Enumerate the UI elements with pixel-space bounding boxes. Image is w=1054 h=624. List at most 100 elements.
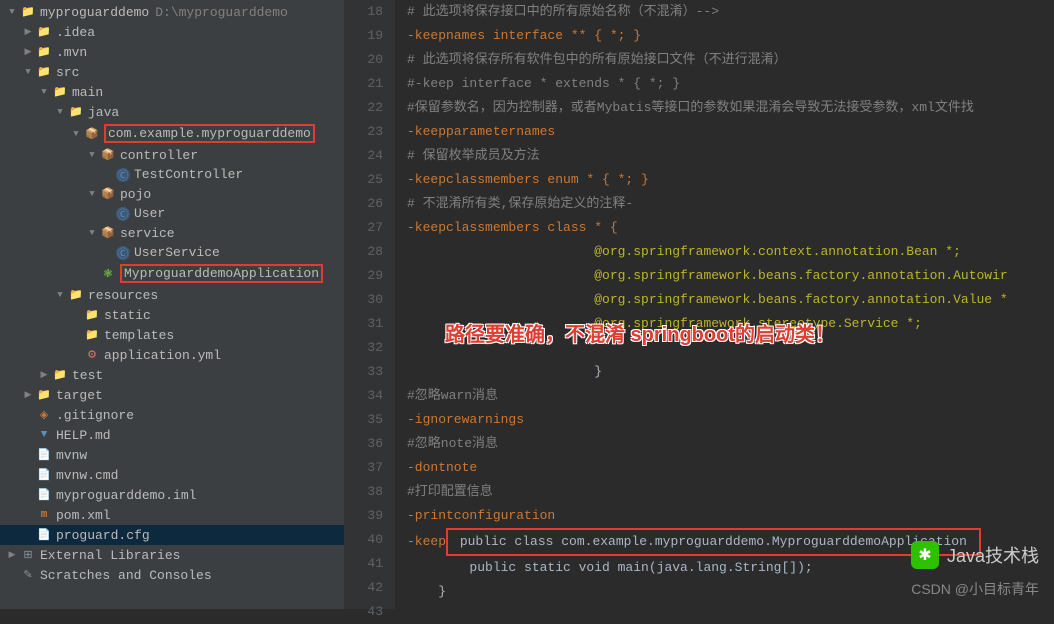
file-icon: 📄: [36, 527, 52, 543]
tree-item--gitignore[interactable]: ◈.gitignore: [0, 405, 344, 425]
code-line[interactable]: #忽略warn消息: [407, 384, 1054, 408]
tree-label: proguard.cfg: [56, 528, 150, 543]
tree-item-service[interactable]: ▼📦service: [0, 223, 344, 243]
tree-item-src[interactable]: ▼📁src: [0, 62, 344, 82]
code-line[interactable]: # 此选项将保存接口中的所有原始名称（不混淆）-->: [407, 0, 1054, 24]
code-line[interactable]: -printconfiguration: [407, 504, 1054, 528]
chevron-down-icon[interactable]: ▼: [86, 227, 98, 239]
tree-label: target: [56, 388, 103, 403]
chevron-right-icon[interactable]: ▶: [22, 26, 34, 38]
folder-icon: 📁: [84, 307, 100, 323]
tree-item-mvnw-cmd[interactable]: 📄mvnw.cmd: [0, 465, 344, 485]
tree-label: templates: [104, 328, 174, 343]
tree-item-scratches-and-consoles[interactable]: ✎Scratches and Consoles: [0, 565, 344, 585]
code-line[interactable]: -keepclassmembers enum * { *; }: [407, 168, 1054, 192]
tree-item-java[interactable]: ▼📁 java: [0, 102, 344, 122]
chevron-down-icon[interactable]: ▼: [54, 106, 66, 118]
code-line[interactable]: @org.springframework.beans.factory.annot…: [407, 264, 1054, 288]
tree-item-myproguarddemo-iml[interactable]: 📄myproguarddemo.iml: [0, 485, 344, 505]
spring-icon: ❃: [100, 266, 116, 282]
project-icon: 📁: [20, 4, 36, 20]
code-line[interactable]: # 此选项将保存所有软件包中的所有原始接口文件（不进行混淆）: [407, 48, 1054, 72]
tree-item-external-libraries[interactable]: ▶⊞External Libraries: [0, 545, 344, 565]
code-line[interactable]: # 保留枚举成员及方法: [407, 144, 1054, 168]
tree-item-myproguarddemo[interactable]: ▼📁myproguarddemoD:\myproguarddemo: [0, 2, 344, 22]
code-line[interactable]: #保留参数名，因为控制器，或者Mybatis等接口的参数如果混淆会导致无法接受参…: [407, 96, 1054, 120]
code-editor[interactable]: 1819202122232425262728293031323334353637…: [345, 0, 1054, 609]
tree-label: controller: [120, 148, 198, 163]
code-line[interactable]: -keepclassmembers class * {: [407, 216, 1054, 240]
code-line[interactable]: @org.springframework.context.annotation.…: [407, 240, 1054, 264]
tree-label: MyproguarddemoApplication: [120, 264, 323, 283]
chevron-right-icon[interactable]: ▶: [38, 369, 50, 381]
line-number: 20: [345, 48, 383, 72]
tree-item--mvn[interactable]: ▶📁.mvn: [0, 42, 344, 62]
line-number: 33: [345, 360, 383, 384]
wechat-icon: ✱: [911, 541, 939, 569]
class-icon: Ⓒ: [116, 246, 130, 260]
tree-label: HELP.md: [56, 428, 111, 443]
code-content[interactable]: # 此选项将保存接口中的所有原始名称（不混淆）-->-keepnames int…: [395, 0, 1054, 609]
tree-item-controller[interactable]: ▼📦controller: [0, 145, 344, 165]
line-number: 27: [345, 216, 383, 240]
line-number: 34: [345, 384, 383, 408]
tree-label: com.example.myproguarddemo: [104, 124, 315, 143]
file-icon: 📄: [36, 467, 52, 483]
tree-label: java: [88, 105, 119, 120]
chevron-down-icon[interactable]: ▼: [86, 149, 98, 161]
tree-item-help-md[interactable]: ▼HELP.md: [0, 425, 344, 445]
tree-item-application-yml[interactable]: ⚙application.yml: [0, 345, 344, 365]
package-icon: 📦: [84, 126, 100, 142]
tree-label: TestController: [134, 167, 243, 182]
tree-item-mvnw[interactable]: 📄mvnw: [0, 445, 344, 465]
tree-item-static[interactable]: 📁static: [0, 305, 344, 325]
code-line[interactable]: -dontnote: [407, 456, 1054, 480]
code-line[interactable]: # 不混淆所有类,保存原始定义的注释-: [407, 192, 1054, 216]
code-line[interactable]: -keepparameternames: [407, 120, 1054, 144]
tree-item-myproguarddemoapplication[interactable]: ❃MyproguarddemoApplication: [0, 262, 344, 285]
line-number: 43: [345, 600, 383, 624]
tree-item-target[interactable]: ▶📁target: [0, 385, 344, 405]
tree-item-testcontroller[interactable]: ⒸTestController: [0, 165, 344, 184]
chevron-right-icon[interactable]: ▶: [6, 549, 18, 561]
tree-item-pom-xml[interactable]: mpom.xml: [0, 505, 344, 525]
tree-item--idea[interactable]: ▶📁.idea: [0, 22, 344, 42]
chevron-none-icon: [102, 208, 114, 220]
file-icon: 📄: [36, 487, 52, 503]
chevron-down-icon[interactable]: ▼: [70, 128, 82, 140]
chevron-down-icon[interactable]: ▼: [38, 86, 50, 98]
line-number: 24: [345, 144, 383, 168]
tree-item-main[interactable]: ▼📁 main: [0, 82, 344, 102]
tree-item-userservice[interactable]: ⒸUserService: [0, 243, 344, 262]
tree-item-resources[interactable]: ▼📁resources: [0, 285, 344, 305]
maven-icon: m: [36, 507, 52, 523]
tree-item-templates[interactable]: 📁templates: [0, 325, 344, 345]
tree-label: main: [72, 85, 103, 100]
line-gutter: 1819202122232425262728293031323334353637…: [345, 0, 395, 609]
project-tree-panel[interactable]: ▼📁myproguarddemoD:\myproguarddemo▶📁.idea…: [0, 0, 345, 609]
tree-item-proguard-cfg[interactable]: 📄 proguard.cfg: [0, 525, 344, 545]
chevron-right-icon[interactable]: ▶: [22, 389, 34, 401]
tree-path: D:\myproguarddemo: [155, 5, 288, 20]
line-number: 28: [345, 240, 383, 264]
code-line[interactable]: @org.springframework.beans.factory.annot…: [407, 288, 1054, 312]
code-line[interactable]: -ignorewarnings: [407, 408, 1054, 432]
folder-blue-icon: 📁: [68, 104, 84, 120]
code-line[interactable]: #忽略note消息: [407, 432, 1054, 456]
tree-item-com-example-myproguarddemo[interactable]: ▼📦com.example.myproguarddemo: [0, 122, 344, 145]
chevron-down-icon[interactable]: ▼: [54, 289, 66, 301]
chevron-right-icon[interactable]: ▶: [22, 46, 34, 58]
code-line[interactable]: }: [407, 360, 1054, 384]
code-line[interactable]: #打印配置信息: [407, 480, 1054, 504]
code-line[interactable]: #-keep interface * extends * { *; }: [407, 72, 1054, 96]
chevron-down-icon[interactable]: ▼: [86, 188, 98, 200]
tree-label: application.yml: [104, 348, 221, 363]
code-line[interactable]: -keepnames interface ** { *; }: [407, 24, 1054, 48]
chevron-down-icon[interactable]: ▼: [22, 66, 34, 78]
chevron-down-icon[interactable]: ▼: [6, 6, 18, 18]
tree-item-pojo[interactable]: ▼📦pojo: [0, 184, 344, 204]
tree-item-test[interactable]: ▶📁test: [0, 365, 344, 385]
folder-blue-icon: 📁: [52, 84, 68, 100]
tree-label: Scratches and Consoles: [40, 568, 212, 583]
tree-item-user[interactable]: ⒸUser: [0, 204, 344, 223]
